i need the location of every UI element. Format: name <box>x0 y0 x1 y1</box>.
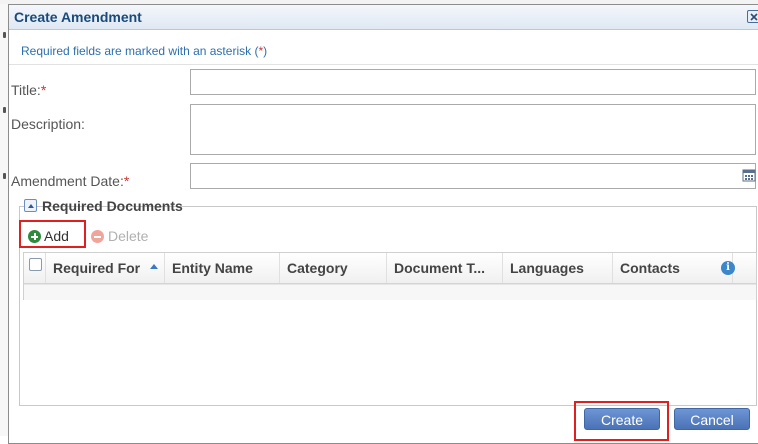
column-header-label: Contacts <box>620 260 680 276</box>
amendment-date-input[interactable] <box>190 163 756 189</box>
title-input[interactable] <box>190 69 756 95</box>
required-note-close: ) <box>263 44 268 58</box>
column-contacts[interactable]: Contacts <box>613 253 733 283</box>
title-required-marker: * <box>40 82 47 98</box>
amendment-date-label-text: Amendment Date: <box>11 173 124 189</box>
select-all-cell <box>24 253 46 283</box>
highlight-add <box>19 220 86 248</box>
background-marker <box>3 107 6 113</box>
amendment-date-required-marker: * <box>123 173 130 189</box>
calendar-icon[interactable] <box>742 168 756 182</box>
divider <box>9 64 758 65</box>
column-header-label: Languages <box>510 260 584 276</box>
column-header-label: Required For <box>53 260 141 276</box>
column-header-label: Category <box>287 260 348 276</box>
dialog-titlebar[interactable]: Create Amendment <box>9 5 758 30</box>
description-label: Description: <box>11 116 85 132</box>
column-entity-name[interactable]: Entity Name <box>165 253 280 283</box>
column-header-label: Document T... <box>394 260 486 276</box>
background-left-band <box>0 4 8 436</box>
column-header-label: Entity Name <box>172 260 253 276</box>
background-marker <box>3 173 6 179</box>
required-documents-grid: Required For Entity Name Category Docume… <box>23 252 757 300</box>
grid-scrollbar[interactable] <box>24 284 756 300</box>
column-required-for[interactable]: Required For <box>46 253 165 283</box>
required-note-text: Required fields are marked with an aster… <box>21 44 259 58</box>
dialog-title: Create Amendment <box>14 9 142 25</box>
description-textarea[interactable] <box>190 104 756 155</box>
highlight-create <box>574 401 669 441</box>
required-documents-title: Required Documents <box>42 198 183 214</box>
collapse-icon[interactable] <box>24 199 37 212</box>
title-label: Title:* <box>11 82 46 98</box>
create-amendment-dialog: Create Amendment Required fields are mar… <box>8 4 758 444</box>
sort-asc-icon <box>150 264 158 269</box>
grid-header: Required For Entity Name Category Docume… <box>24 253 756 284</box>
amendment-date-label: Amendment Date:* <box>11 173 129 189</box>
column-languages[interactable]: Languages <box>503 253 613 283</box>
title-label-text: Title: <box>11 82 41 98</box>
cancel-button[interactable]: Cancel <box>674 408 750 430</box>
delete-label: Delete <box>108 228 149 244</box>
select-all-checkbox[interactable] <box>29 258 42 271</box>
column-category[interactable]: Category <box>280 253 387 283</box>
background-marker <box>3 32 6 38</box>
required-fields-note: Required fields are marked with an aster… <box>21 44 267 58</box>
close-icon[interactable] <box>747 10 758 23</box>
column-document-type[interactable]: Document T... <box>387 253 503 283</box>
delete-icon <box>91 230 104 243</box>
required-documents-legend[interactable]: Required Documents <box>24 198 183 216</box>
info-icon[interactable]: i <box>721 261 735 275</box>
